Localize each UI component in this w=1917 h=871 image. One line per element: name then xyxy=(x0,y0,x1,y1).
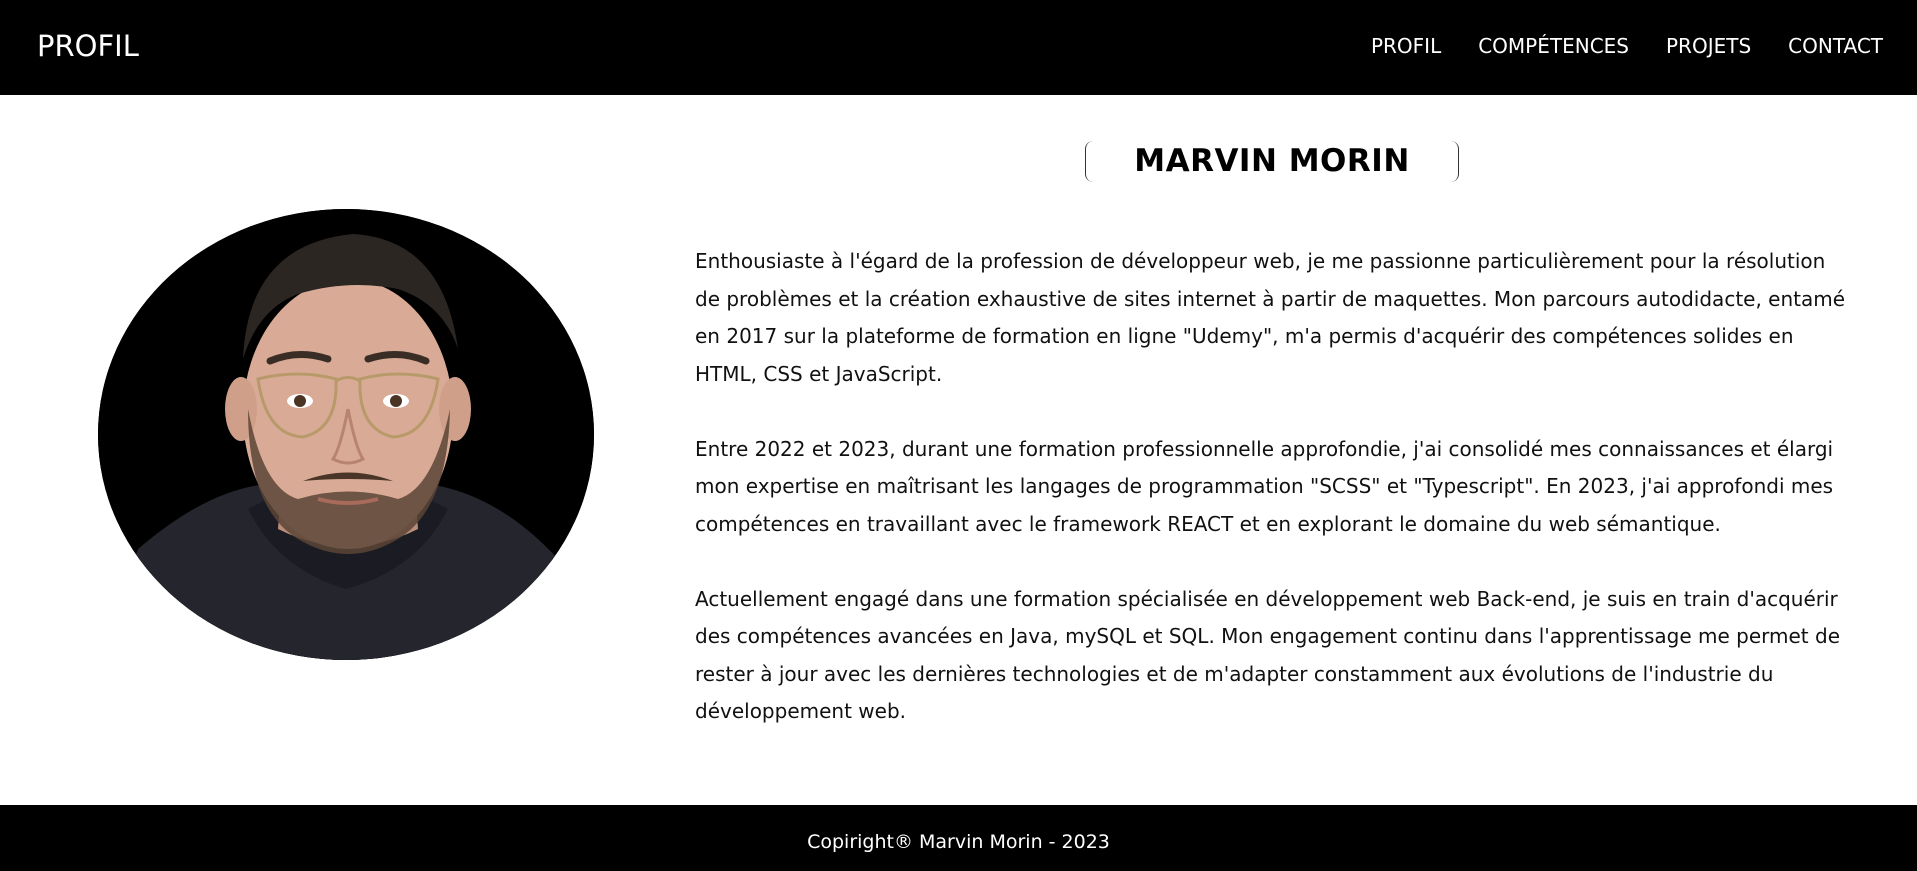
main-nav: PROFIL COMPÉTENCES PROJETS CONTACT xyxy=(1334,33,1883,59)
profile-photo xyxy=(98,209,594,660)
page-title: MARVIN MORIN xyxy=(1134,143,1410,179)
bio-paragraph-2: Entre 2022 et 2023, durant une formation… xyxy=(695,436,1834,536)
bio-paragraph-3: Actuellement engagé dans une formation s… xyxy=(695,586,1841,724)
bio-paragraph-1: Enthousiaste à l'égard de la profession … xyxy=(695,249,1846,386)
name-heading-frame: MARVIN MORIN xyxy=(1085,141,1459,182)
nav-link-competences[interactable]: COMPÉTENCES xyxy=(1478,33,1629,59)
page: PROFIL PROFIL COMPÉTENCES PROJETS CONTAC… xyxy=(0,0,1917,871)
nav-link-projets[interactable]: PROJETS xyxy=(1666,33,1751,59)
brand-title[interactable]: PROFIL xyxy=(37,27,139,65)
nav-link-profil[interactable]: PROFIL xyxy=(1371,33,1441,59)
top-navbar: PROFIL PROFIL COMPÉTENCES PROJETS CONTAC… xyxy=(0,0,1917,95)
footer: Copiright® Marvin Morin - 2023 xyxy=(0,805,1917,871)
copyright-text: Copiright® Marvin Morin - 2023 xyxy=(807,831,1110,853)
bio-text: Enthousiaste à l'égard de la profession … xyxy=(695,243,1855,731)
nav-link-contact[interactable]: CONTACT xyxy=(1788,33,1883,59)
portrait-illustration xyxy=(98,209,594,660)
